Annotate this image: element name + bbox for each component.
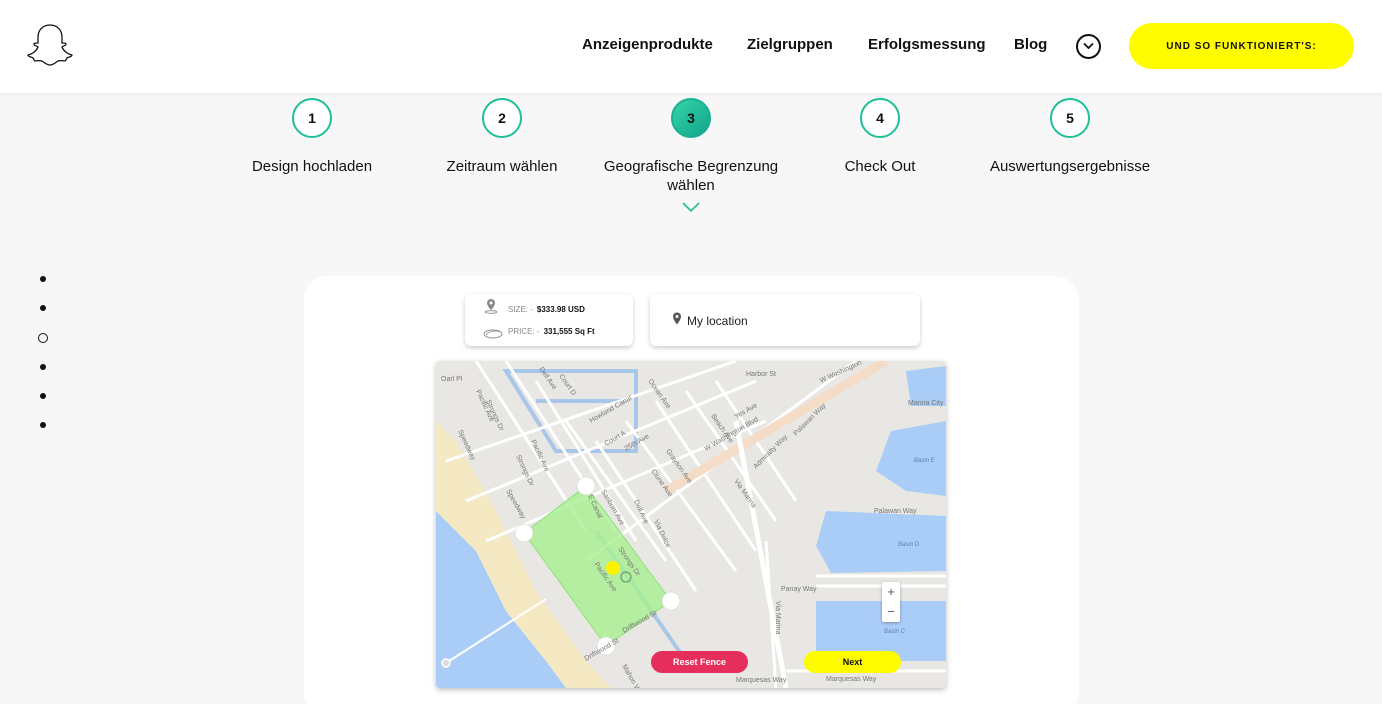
- street-label: Harbor St: [746, 371, 776, 378]
- price-label: PRICE: -: [508, 327, 540, 336]
- location-pin-icon: [673, 312, 681, 325]
- map-pin-icon: [484, 299, 498, 314]
- street-label: Marquesas Way: [826, 676, 877, 683]
- step-5-circle[interactable]: 5: [1050, 98, 1090, 138]
- zoom-in-button[interactable]: +: [882, 582, 900, 602]
- street-label: Oarl Pl: [441, 376, 463, 383]
- zoom-control: + −: [882, 582, 900, 622]
- page-dot-3-active[interactable]: [38, 333, 48, 343]
- zoom-out-button[interactable]: −: [882, 602, 900, 622]
- nav-erfolgsmessung[interactable]: Erfolgsmessung: [868, 36, 986, 53]
- step-1-circle[interactable]: 1: [292, 98, 332, 138]
- location-input[interactable]: My location: [687, 314, 748, 328]
- water-label: Basin D: [898, 542, 920, 548]
- location-search[interactable]: My location: [650, 294, 920, 346]
- step-4-label: Check Out: [844, 158, 916, 175]
- price-row: PRICE: -331,555 Sq Ft: [508, 327, 595, 336]
- price-value: 331,555 Sq Ft: [543, 327, 595, 336]
- page-dot-6[interactable]: [40, 422, 46, 428]
- geofence-map[interactable]: Harbor St W Washington Ocean Ave Court D…: [436, 361, 946, 688]
- snapchat-ghost-icon[interactable]: [26, 22, 74, 68]
- nav-more-button[interactable]: [1076, 34, 1101, 59]
- street-label: Via Marina: [774, 601, 781, 634]
- area-icon: [483, 329, 503, 339]
- size-label: SIZE: -: [508, 305, 533, 314]
- chevron-down-icon: [1083, 42, 1094, 50]
- street-label: Panay Way: [781, 586, 817, 593]
- step-5-label: Auswertungsergebnisse: [989, 158, 1151, 175]
- street-label: Marquesas Way: [736, 677, 787, 684]
- step-3-circle[interactable]: 3: [671, 98, 711, 138]
- street-label: Marina City: [908, 400, 944, 407]
- step-2-label: Zeitraum wählen: [446, 158, 558, 175]
- reset-fence-button[interactable]: Reset Fence: [651, 651, 748, 673]
- page-dot-2[interactable]: [40, 305, 46, 311]
- step-3-label: Geografische Begrenzung wählen: [603, 158, 779, 194]
- page-dot-4[interactable]: [40, 364, 46, 370]
- how-it-works-button[interactable]: UND SO FUNKTIONIERT'S:: [1129, 23, 1354, 69]
- step-2-circle[interactable]: 2: [482, 98, 522, 138]
- page-dot-5[interactable]: [40, 393, 46, 399]
- next-button[interactable]: Next: [804, 651, 901, 673]
- chevron-down-icon: [682, 202, 700, 213]
- street-label: Palawan Way: [874, 508, 917, 515]
- page-dot-1[interactable]: [40, 276, 46, 282]
- step-4-circle[interactable]: 4: [860, 98, 900, 138]
- nav-zielgruppen[interactable]: Zielgruppen: [747, 36, 833, 53]
- nav-blog[interactable]: Blog: [1014, 36, 1047, 53]
- size-value: $333.98 USD: [536, 305, 585, 314]
- step-1-label: Design hochladen: [251, 158, 373, 175]
- size-row: SIZE: - $333.98 USD: [508, 305, 585, 314]
- water-label: Basin C: [884, 629, 906, 635]
- water-label: Basin E: [914, 458, 936, 464]
- map-canvas[interactable]: Harbor St W Washington Ocean Ave Court D…: [436, 361, 946, 688]
- nav-anzeigenprodukte[interactable]: Anzeigenprodukte: [582, 36, 713, 53]
- size-price-panel: SIZE: - $333.98 USD PRICE: -331,555 Sq Ft: [465, 294, 633, 346]
- site-header: Anzeigenprodukte Zielgruppen Erfolgsmess…: [0, 0, 1382, 93]
